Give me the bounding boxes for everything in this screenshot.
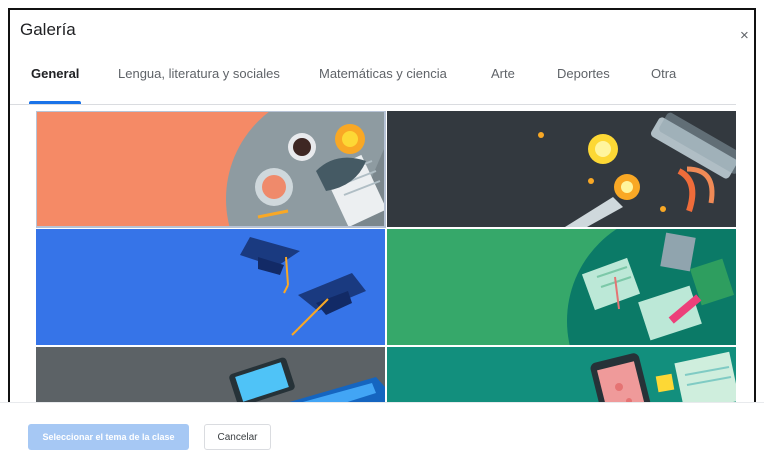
graduation-caps-illustration bbox=[36, 229, 385, 345]
tab-language-literature-social[interactable]: Lengua, literatura y sociales bbox=[118, 66, 280, 104]
cancel-button[interactable]: Cancelar bbox=[204, 424, 271, 450]
phone-notes-illustration bbox=[387, 347, 736, 403]
theme-tile-books[interactable] bbox=[387, 229, 736, 345]
select-theme-button[interactable]: Seleccionar el tema de la clase bbox=[28, 424, 189, 450]
tab-divider bbox=[10, 104, 736, 105]
lamp-diploma-illustration bbox=[387, 111, 736, 227]
theme-tile-lamp-diploma[interactable] bbox=[387, 111, 736, 227]
tab-art[interactable]: Arte bbox=[491, 66, 515, 104]
coffee-illustration bbox=[36, 111, 385, 227]
tab-sports[interactable]: Deportes bbox=[557, 66, 610, 104]
theme-tile-coffee[interactable] bbox=[36, 111, 386, 228]
theme-grid bbox=[36, 111, 736, 403]
books-illustration bbox=[387, 229, 736, 345]
dialog-title: Galería bbox=[20, 20, 76, 39]
theme-tile-phone-notes[interactable] bbox=[387, 347, 736, 403]
tab-math-science[interactable]: Matemáticas y ciencia bbox=[319, 66, 447, 104]
theme-tile-devices[interactable] bbox=[36, 347, 385, 403]
tablet-laptop-illustration bbox=[36, 347, 385, 403]
close-icon[interactable]: × bbox=[740, 28, 749, 43]
theme-tile-graduation[interactable] bbox=[36, 229, 385, 345]
tab-general[interactable]: General bbox=[28, 66, 82, 104]
category-tabs: General Lengua, literatura y sociales Ma… bbox=[10, 66, 746, 104]
tab-other[interactable]: Otra bbox=[651, 66, 676, 104]
